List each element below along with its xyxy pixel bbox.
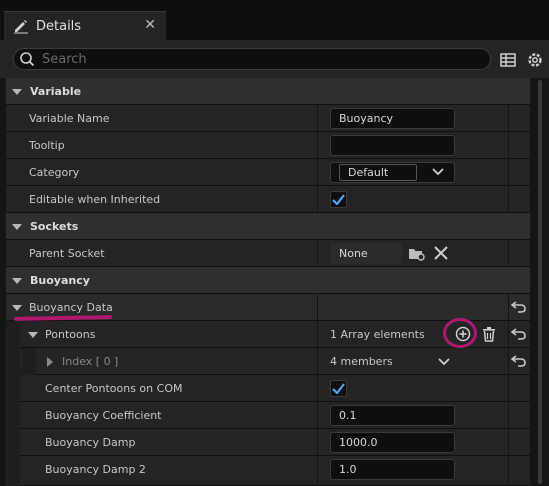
category-label: Buoyancy — [30, 274, 90, 287]
collapse-arrow-icon — [28, 321, 38, 348]
property-label: Buoyancy Damp 2 — [45, 463, 146, 476]
trash-icon[interactable] — [482, 326, 496, 345]
row-buoyancy-coefficient: Buoyancy Coefficient 0.1 — [6, 402, 530, 429]
scrollbar-thumb[interactable] — [538, 80, 542, 484]
category-combo[interactable]: Default — [330, 162, 455, 183]
category-label: Variable — [30, 85, 82, 98]
tab-bar: Details ✕ — [0, 11, 549, 40]
property-label: Editable when Inherited — [29, 193, 161, 206]
parent-socket-value[interactable]: None — [330, 243, 402, 264]
center-pontoons-checkbox[interactable] — [330, 380, 347, 397]
reset-to-default-icon[interactable] — [510, 354, 527, 368]
category-sockets[interactable]: Sockets — [6, 213, 530, 240]
pencil-icon — [12, 17, 30, 35]
buoyancy-coefficient-field[interactable]: 0.1 — [330, 405, 455, 426]
buoyancy-damp-2-field[interactable]: 1.0 — [330, 459, 455, 480]
search-box[interactable] — [13, 48, 491, 70]
collapse-arrow-icon — [12, 78, 22, 105]
clear-icon[interactable] — [434, 246, 448, 263]
row-variable-name: Variable Name Buoyancy — [6, 105, 530, 132]
reset-to-default-icon[interactable] — [510, 327, 527, 341]
property-label: Buoyancy Coefficient — [45, 409, 162, 422]
editable-checkbox[interactable] — [330, 191, 347, 208]
category-buoyancy[interactable]: Buoyancy — [6, 267, 530, 294]
row-buoyancy-damp-2: Buoyancy Damp 2 1.0 — [6, 456, 530, 486]
search-input[interactable] — [42, 51, 462, 67]
tooltip-field[interactable] — [330, 135, 455, 156]
category-variable[interactable]: Variable — [6, 78, 530, 105]
property-label: Center Pontoons on COM — [45, 382, 183, 395]
reset-to-default-icon[interactable] — [510, 300, 527, 314]
row-center-pontoons: Center Pontoons on COM — [6, 375, 530, 402]
collapse-arrow-icon — [12, 267, 22, 294]
chevron-down-icon — [432, 167, 444, 180]
title-strip — [0, 0, 549, 11]
row-tooltip: Tooltip — [6, 132, 530, 159]
category-label: Sockets — [30, 220, 79, 233]
property-label: Tooltip — [29, 139, 65, 152]
annotation-circle — [443, 318, 477, 348]
chevron-down-icon[interactable] — [438, 357, 450, 370]
row-index-0[interactable]: Index [ 0 ] 4 members — [6, 348, 530, 375]
tab-title: Details — [36, 18, 82, 34]
property-label: Buoyancy Damp — [45, 436, 136, 449]
category-value: Default — [339, 164, 417, 181]
search-icon — [18, 50, 36, 68]
buoyancy-damp-field[interactable]: 1000.0 — [330, 432, 455, 453]
row-parent-socket: Parent Socket None — [6, 240, 530, 267]
search-bar — [0, 40, 549, 78]
property-label: Parent Socket — [29, 247, 105, 260]
expand-arrow-icon — [47, 348, 53, 375]
row-buoyancy-damp: Buoyancy Damp 1000.0 — [6, 429, 530, 456]
row-category: Category Default — [6, 159, 530, 186]
property-label: Index [ 0 ] — [62, 355, 119, 368]
row-editable: Editable when Inherited — [6, 186, 530, 213]
property-label: Category — [29, 166, 80, 179]
pontoons-count: 1 Array elements — [330, 328, 425, 341]
property-label: Pontoons — [45, 328, 96, 341]
browse-socket-icon[interactable] — [408, 246, 426, 265]
index-members: 4 members — [330, 355, 393, 368]
variable-name-field[interactable]: Buoyancy — [330, 108, 455, 129]
close-icon[interactable]: ✕ — [144, 17, 156, 33]
tab-details[interactable]: Details ✕ — [4, 11, 166, 40]
table-view-icon[interactable] — [500, 52, 516, 68]
gear-icon[interactable] — [525, 50, 545, 70]
collapse-arrow-icon — [12, 213, 22, 240]
property-label: Variable Name — [29, 112, 110, 125]
